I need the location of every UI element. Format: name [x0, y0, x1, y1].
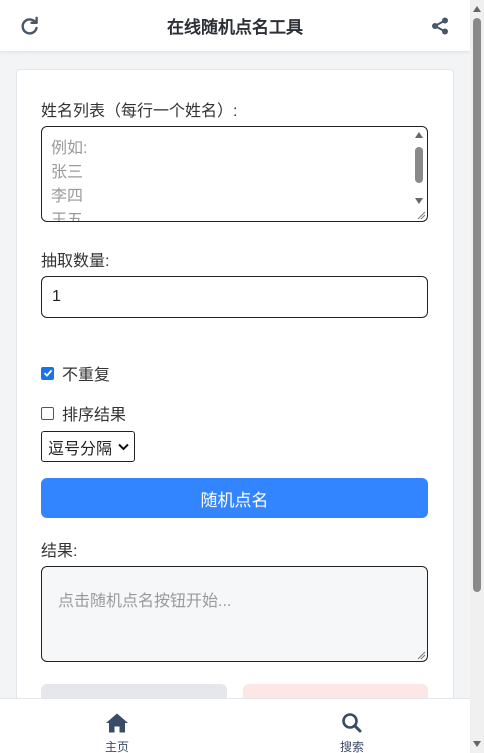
result-placeholder: 点击随机点名按钮开始... — [58, 593, 232, 610]
nav-item-search[interactable]: 搜索 — [312, 699, 392, 753]
textarea-scrollbar-thumb[interactable] — [415, 147, 423, 183]
bottom-nav: 主页 搜索 — [0, 698, 470, 753]
result-textarea[interactable]: 点击随机点名按钮开始... — [41, 566, 428, 662]
resize-handle-icon[interactable] — [416, 210, 426, 220]
count-value: 1 — [52, 288, 61, 305]
sort-checkbox[interactable] — [41, 406, 54, 420]
refresh-icon[interactable] — [20, 16, 40, 36]
no-repeat-checkbox[interactable] — [41, 366, 54, 380]
random-pick-button[interactable]: 随机点名 — [41, 478, 428, 518]
names-label: 姓名列表（每行一个姓名）: — [41, 103, 238, 120]
count-input[interactable]: 1 — [41, 276, 428, 318]
scroll-up-arrow-icon[interactable] — [472, 4, 482, 14]
sort-option[interactable]: 排序结果 — [41, 401, 126, 425]
no-repeat-label: 不重复 — [62, 367, 111, 384]
textarea-scroll-down-icon[interactable] — [414, 197, 424, 205]
textarea-scrollbar[interactable] — [413, 129, 425, 221]
no-repeat-option[interactable]: 不重复 — [41, 361, 110, 385]
nav-home-label: 主页 — [104, 740, 129, 753]
top-bar: 在线随机点名工具 — [0, 0, 470, 52]
textarea-scroll-up-icon[interactable] — [414, 131, 424, 139]
chevron-down-icon — [118, 443, 129, 450]
resize-handle-icon[interactable] — [416, 650, 426, 660]
separator-select[interactable]: 逗号分隔 — [41, 431, 135, 462]
share-icon[interactable] — [430, 16, 450, 36]
count-label: 抽取数量: — [41, 253, 110, 270]
page-scrollbar-thumb[interactable] — [473, 18, 481, 592]
sort-label: 排序结果 — [62, 407, 127, 424]
separator-selected: 逗号分隔 — [48, 440, 113, 458]
names-textarea[interactable]: 例如: 张三 李四 王五 — [41, 126, 428, 222]
names-placeholder: 例如: 张三 李四 王五 — [51, 140, 88, 222]
home-icon — [106, 713, 128, 733]
checkmark-icon — [43, 369, 52, 377]
nav-item-home[interactable]: 主页 — [77, 699, 157, 753]
result-label: 结果: — [41, 543, 78, 560]
search-icon — [342, 713, 362, 733]
random-pick-label: 随机点名 — [200, 490, 269, 510]
page-title: 在线随机点名工具 — [167, 18, 303, 37]
nav-search-label: 搜索 — [339, 740, 364, 753]
scroll-down-arrow-icon[interactable] — [472, 739, 482, 749]
